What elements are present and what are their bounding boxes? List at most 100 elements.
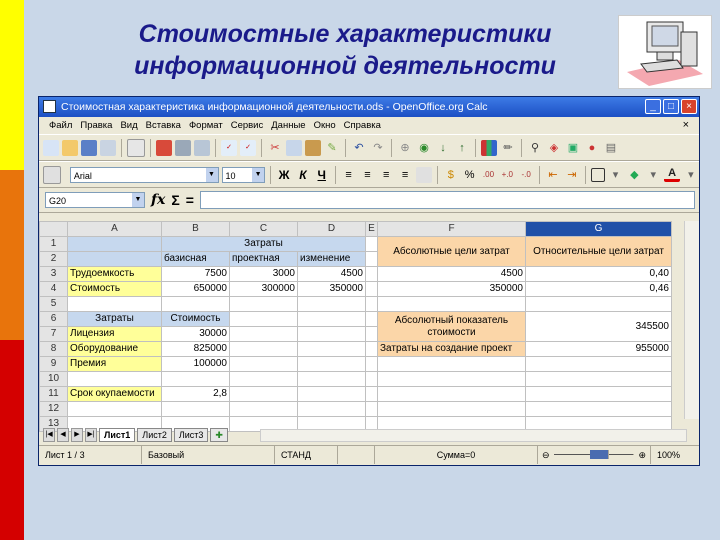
close-document-icon[interactable]: × [679,117,693,134]
cell[interactable] [297,311,366,327]
cell-a4[interactable]: Стоимость [67,281,162,297]
chevron-down-icon[interactable]: ▾ [608,167,624,183]
cell-b11[interactable]: 2,8 [161,386,230,402]
spellcheck-icon[interactable]: ✓ [221,139,237,156]
corner-select-all[interactable] [39,221,68,237]
menu-format[interactable]: Формат [185,117,227,134]
percent-icon[interactable]: % [462,167,478,183]
edit-file-icon[interactable] [127,138,145,157]
column-header-b[interactable]: B [161,221,230,237]
cell-b7[interactable]: 30000 [161,326,230,342]
styles-icon[interactable] [43,165,61,184]
cell[interactable] [297,296,366,312]
cell-a1[interactable] [67,236,162,252]
cell-c4[interactable]: 300000 [229,281,298,297]
cell-a11[interactable]: Срок окупаемости [67,386,162,402]
background-color-icon[interactable]: ◆ [626,167,642,183]
cell[interactable] [377,356,526,372]
draw-functions-icon[interactable]: ✏ [500,140,516,156]
menu-view[interactable]: Вид [116,117,141,134]
data-sources-icon[interactable]: ● [584,140,600,156]
column-header-c[interactable]: C [229,221,298,237]
font-name-combo[interactable]: Arial ▼ [69,166,219,183]
open-folder-icon[interactable] [62,139,78,156]
row-header[interactable]: 9 [39,356,68,372]
cell[interactable] [377,401,526,417]
gallery-view-icon[interactable]: ▣ [565,140,581,156]
print-icon[interactable] [175,139,191,156]
row-header[interactable]: 8 [39,341,68,357]
cell-e2[interactable] [365,251,378,267]
cell-g3[interactable]: 0,40 [525,266,672,282]
name-box[interactable]: G20 ▼ [45,192,145,208]
cell[interactable] [365,401,378,417]
cell[interactable] [297,371,366,387]
menu-help[interactable]: Справка [340,117,385,134]
find-icon[interactable]: ⚲ [527,140,543,156]
underline-button[interactable]: Ч [314,168,330,182]
bold-button[interactable]: Ж [276,168,292,182]
cell[interactable] [365,341,378,357]
email-icon[interactable] [100,139,116,156]
font-size-combo[interactable]: 10 ▼ [221,166,266,183]
chevron-down-icon[interactable]: ▼ [252,167,265,182]
status-page-style[interactable]: Базовый [142,446,275,464]
cell[interactable] [229,401,298,417]
chevron-down-icon[interactable]: ▾ [683,167,699,183]
cell[interactable] [229,356,298,372]
cell[interactable] [229,371,298,387]
paste-icon[interactable] [305,139,321,156]
cell-d2[interactable]: изменение [297,251,366,267]
cell[interactable] [229,311,298,327]
cell[interactable] [161,296,230,312]
cell-b6[interactable]: Стоимость [161,311,230,327]
status-zoom[interactable]: 100% [651,446,686,464]
cell-g1[interactable]: Относительные цели затрат [525,236,672,267]
menu-edit[interactable]: Правка [76,117,116,134]
cell-a3[interactable]: Трудоемкость [67,266,162,282]
cell[interactable] [297,401,366,417]
column-header-e[interactable]: E [365,221,378,237]
sort-descending-icon[interactable]: ↑ [454,140,470,156]
last-sheet-button[interactable]: ▶| [85,428,97,442]
cell[interactable] [525,356,672,372]
cell-e3[interactable] [365,266,378,282]
equals-icon[interactable]: = [186,192,194,208]
cell-g6[interactable]: 345500 [525,311,672,342]
cell[interactable] [229,341,298,357]
cell[interactable] [297,386,366,402]
cell[interactable] [161,371,230,387]
cell-b1-merged[interactable]: Затраты [161,236,366,252]
chevron-down-icon[interactable]: ▼ [132,193,144,207]
cell[interactable] [365,296,378,312]
gallery-icon[interactable]: ◈ [546,140,562,156]
cell[interactable] [365,311,378,327]
cell-g4[interactable]: 0,46 [525,281,672,297]
database-icon[interactable]: ▤ [603,140,619,156]
cell[interactable] [229,296,298,312]
cell-a6[interactable]: Затраты [67,311,162,327]
cell-b9[interactable]: 100000 [161,356,230,372]
cell[interactable] [377,296,526,312]
align-left-icon[interactable]: ≡ [341,167,357,183]
align-center-icon[interactable]: ≡ [359,167,375,183]
sheet-tab-3[interactable]: Лист3 [173,428,209,442]
borders-icon[interactable] [590,167,605,182]
cut-icon[interactable]: ✂ [267,140,283,156]
cell-e4[interactable] [365,281,378,297]
cell[interactable] [377,371,526,387]
remove-decimal-icon[interactable]: -.0 [518,167,534,183]
increase-indent-icon[interactable]: ⇥ [564,167,580,183]
status-mode[interactable]: СТАНД [275,446,338,464]
formula-input[interactable] [199,191,695,209]
cell-b8[interactable]: 825000 [161,341,230,357]
navigator-icon[interactable]: ◉ [416,140,432,156]
row-header[interactable]: 6 [39,311,68,327]
menu-insert[interactable]: Вставка [142,117,185,134]
cell[interactable] [297,326,366,342]
format-paintbrush-icon[interactable]: ✎ [324,140,340,156]
cell[interactable] [365,326,378,342]
menu-window[interactable]: Окно [310,117,340,134]
row-header[interactable]: 10 [39,371,68,387]
column-header-a[interactable]: A [67,221,162,237]
